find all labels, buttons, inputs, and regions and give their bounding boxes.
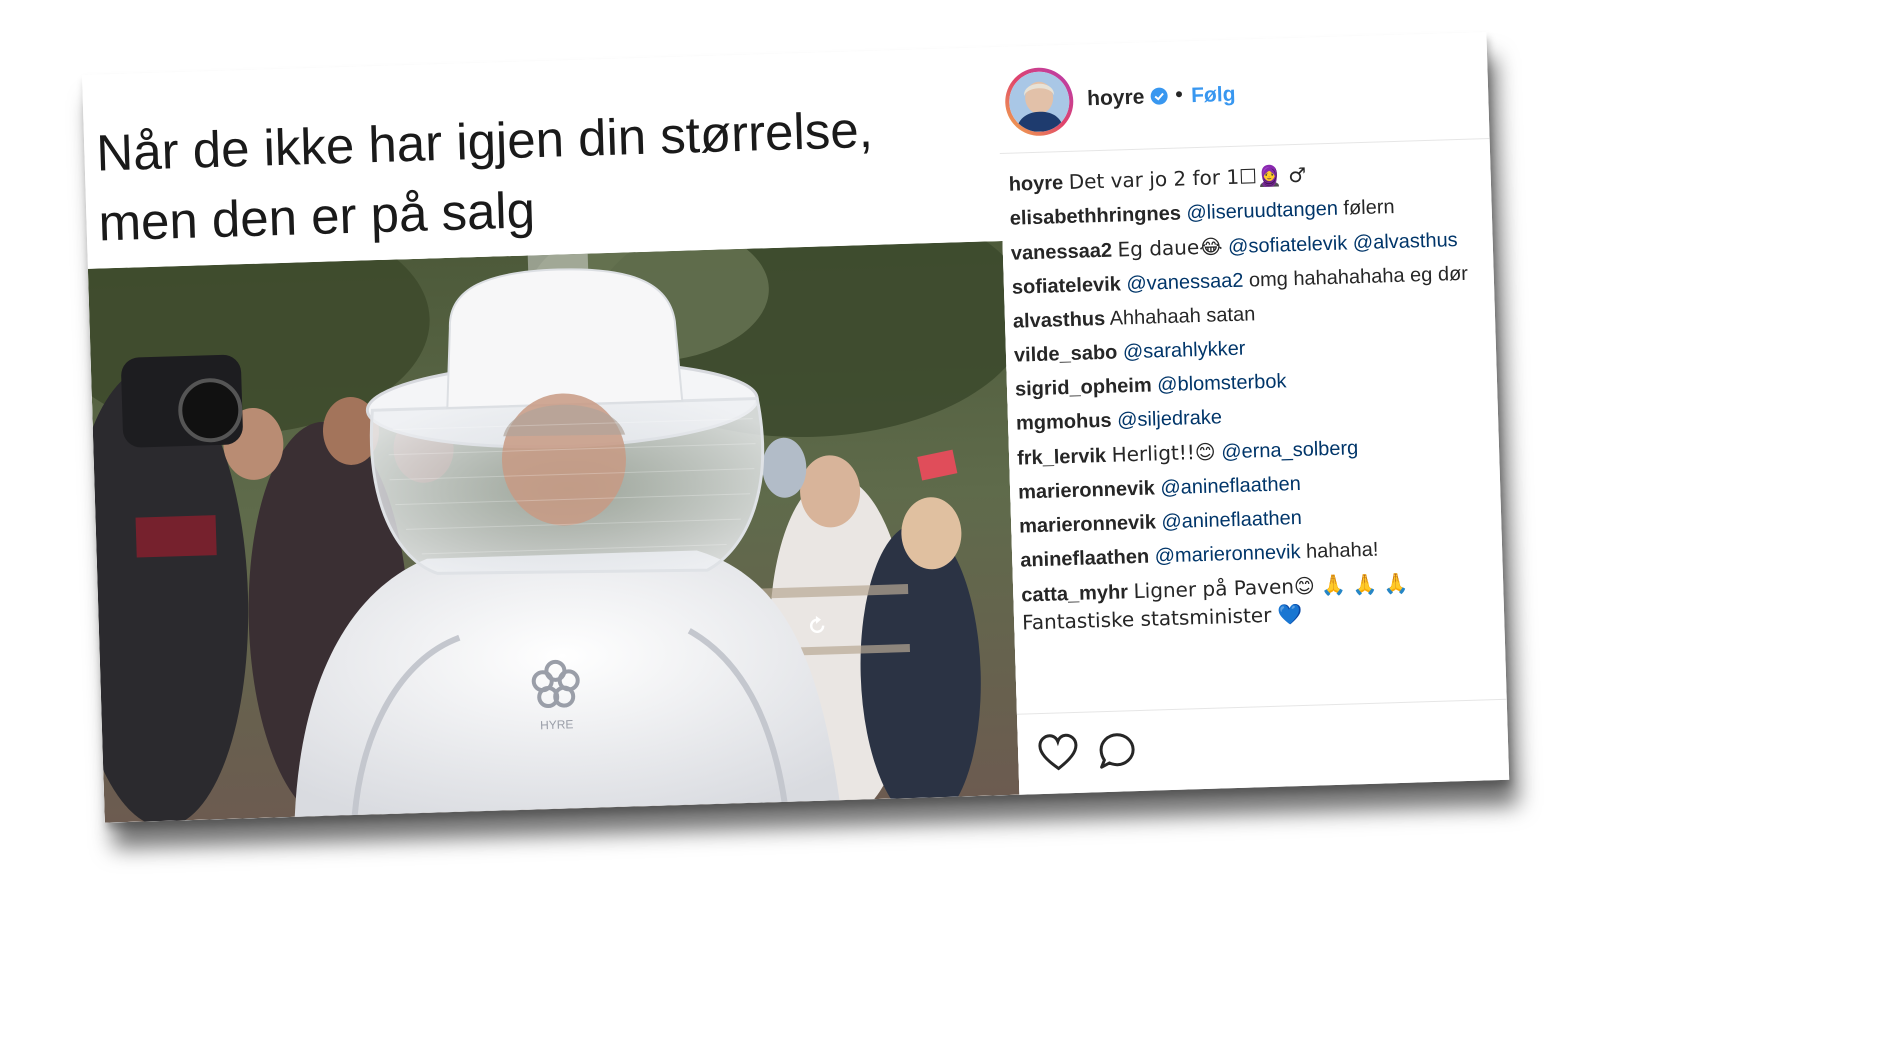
comment-username[interactable]: mgmohus <box>1016 410 1112 435</box>
comment-username[interactable]: elisabethhringnes <box>1009 203 1181 230</box>
instagram-post-screenshot: Når de ikke har igjen din størrelse, men… <box>82 32 1510 823</box>
comment-mention[interactable]: @blomsterbok <box>1157 370 1287 396</box>
comment-mention[interactable]: @alvasthus <box>1353 229 1458 254</box>
comment-text: Ahhahaah satan <box>1109 303 1256 330</box>
comment-text: følern <box>1343 195 1395 220</box>
instagram-post-panel: hoyre • Følg hoyre Det var jo 2 for 1☐🧕 … <box>996 32 1510 796</box>
avatar-image <box>1008 70 1071 133</box>
comment-mention[interactable]: @siljedrake <box>1117 406 1222 431</box>
comment-username[interactable]: alvasthus <box>1013 308 1106 333</box>
post-header: hoyre • Følg <box>996 32 1490 155</box>
comment-username[interactable]: frk_lervik <box>1017 445 1107 470</box>
avatar[interactable] <box>1004 66 1075 137</box>
comment-text: Eg daue😂 <box>1117 234 1223 262</box>
comment-mention[interactable]: @marieronnevik <box>1154 541 1301 567</box>
comment-mention[interactable]: @vanessaa2 <box>1126 270 1244 296</box>
comment: catta_myhr Ligner på Paven😊 🙏 🙏 🙏 Fantas… <box>1021 567 1494 637</box>
comment-username[interactable]: hoyre <box>1008 172 1063 196</box>
comment-username[interactable]: anineflaathen <box>1020 546 1150 572</box>
comment-username[interactable]: marieronnevik <box>1019 511 1156 537</box>
comment: vanessaa2 Eg daue😂 @sofiatelevik @alvast… <box>1010 225 1483 267</box>
comment-bubble-icon[interactable] <box>1098 731 1137 770</box>
verified-badge-icon <box>1150 87 1168 105</box>
post-actions <box>1016 698 1510 796</box>
comment-mention[interactable]: @erna_solberg <box>1221 437 1359 463</box>
comment-text: omg hahahahaha eg dør <box>1248 262 1469 292</box>
comment-username[interactable]: sofiatelevik <box>1012 273 1122 298</box>
comment-mention[interactable]: @liseruudtangen <box>1186 198 1338 225</box>
header-separator: • <box>1174 81 1184 107</box>
comment-username[interactable]: catta_myhr <box>1021 581 1128 606</box>
screenshot-stage: Når de ikke har igjen din størrelse, men… <box>0 0 1890 1063</box>
comment-text: Herligt!!😊 <box>1111 439 1217 467</box>
meme-image: Når de ikke har igjen din størrelse, men… <box>82 47 1020 823</box>
comments-list: hoyre Det var jo 2 for 1☐🧕 ♂ elisabethhr… <box>1008 156 1494 644</box>
comment-mention[interactable]: @anineflaathen <box>1161 507 1302 533</box>
comment: frk_lervik Herligt!!😊 @erna_solberg <box>1017 430 1490 472</box>
comment-mention[interactable]: @sofiatelevik <box>1228 232 1348 258</box>
post-caption: hoyre Det var jo 2 for 1☐🧕 ♂ <box>1008 156 1481 198</box>
comment-mention[interactable]: @sarahlykker <box>1123 338 1246 364</box>
meme-photo: HYRE <box>87 240 1020 823</box>
beekeeper-photo: HYRE <box>87 240 1020 823</box>
comment-text: hahaha! <box>1305 538 1379 563</box>
meme-caption: Når de ikke har igjen din størrelse, men… <box>95 92 979 259</box>
comment-username[interactable]: vanessaa2 <box>1011 240 1113 265</box>
comment-text: Det var jo 2 for 1☐🧕 ♂ <box>1068 162 1307 194</box>
comment-username[interactable]: vilde_sabo <box>1014 342 1118 367</box>
reload-icon[interactable] <box>806 614 829 637</box>
comment-username[interactable]: sigrid_opheim <box>1015 374 1152 400</box>
follow-button[interactable]: Følg <box>1191 83 1236 108</box>
comment-mention[interactable]: @anineflaathen <box>1160 473 1301 499</box>
username[interactable]: hoyre <box>1087 86 1145 112</box>
heart-icon[interactable] <box>1038 733 1079 772</box>
suit-logo-text: HYRE <box>540 717 574 732</box>
avatar-photo <box>1008 70 1071 133</box>
comment-username[interactable]: marieronnevik <box>1018 477 1155 503</box>
